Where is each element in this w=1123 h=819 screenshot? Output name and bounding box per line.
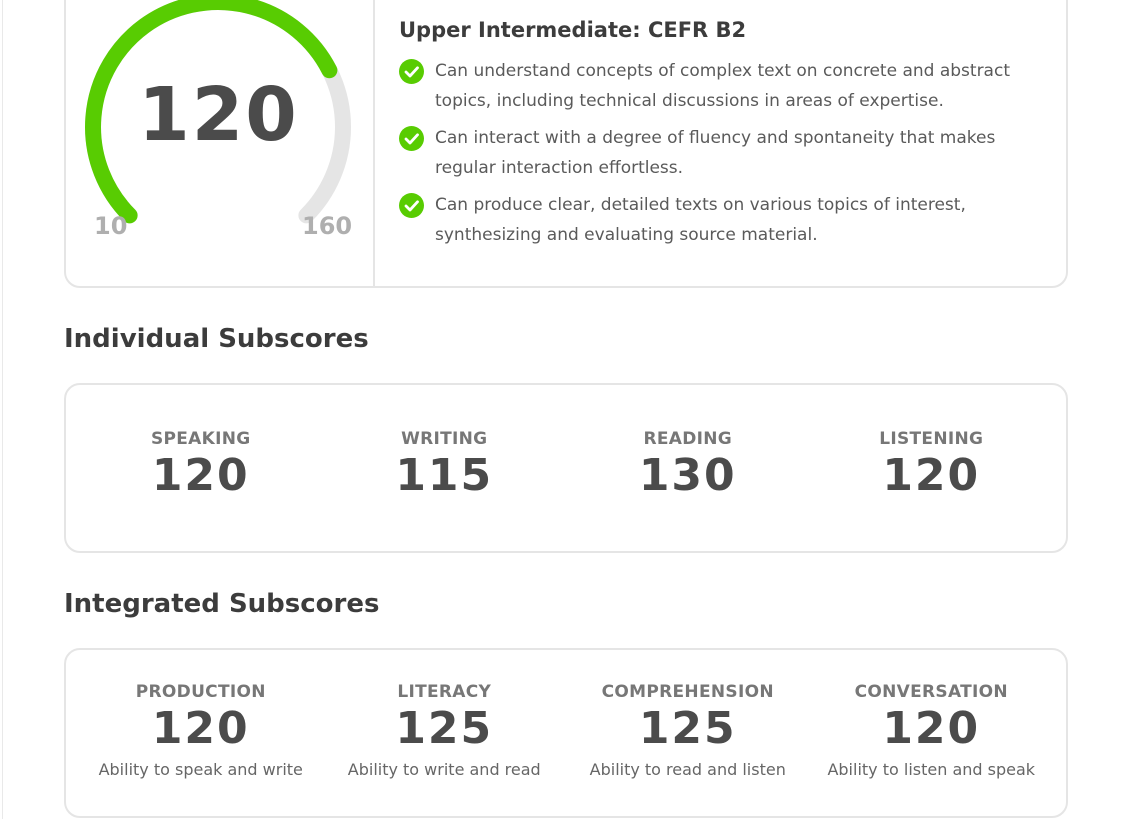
individual-subscores-card: SPEAKING 120 WRITING 115 READING 130 LIS… [64, 383, 1068, 553]
subscore-writing: WRITING 115 [323, 385, 567, 551]
can-do-list: Can understand concepts of complex text … [399, 59, 1039, 260]
individual-subscores-grid: SPEAKING 120 WRITING 115 READING 130 LIS… [66, 385, 1066, 551]
subscore-label: SPEAKING [150, 429, 251, 449]
subscore-value: 125 [638, 703, 737, 754]
subscore-speaking: SPEAKING 120 [79, 385, 323, 551]
subscore-reading: READING 130 [566, 385, 810, 551]
can-do-item: Can interact with a degree of fluency an… [399, 126, 1039, 183]
cefr-level-title: Upper Intermediate: CEFR B2 [399, 18, 747, 42]
subscore-label: PRODUCTION [135, 682, 266, 702]
subscore-value: 130 [638, 450, 737, 501]
overall-score-card: 120 10 160 Upper Intermediate: CEFR B2 C… [64, 0, 1068, 288]
check-circle-icon [399, 193, 424, 218]
can-do-item: Can understand concepts of complex text … [399, 59, 1039, 116]
subscore-description: Ability to listen and speak [827, 760, 1036, 779]
subscore-value: 120 [151, 450, 250, 501]
can-do-text: Can produce clear, detailed texts on var… [435, 195, 966, 245]
gauge-max-label: 160 [302, 212, 353, 240]
individual-subscores-heading: Individual Subscores [64, 324, 369, 354]
subscore-description: Ability to write and read [347, 760, 541, 779]
subscore-label: CONVERSATION [854, 682, 1008, 702]
subscore-description: Ability to speak and write [98, 760, 303, 779]
integrated-subscores-card: PRODUCTION 120 Ability to speak and writ… [64, 648, 1068, 818]
subscore-production: PRODUCTION 120 Ability to speak and writ… [79, 650, 323, 816]
integrated-subscores-heading: Integrated Subscores [64, 589, 380, 619]
subscore-literacy: LITERACY 125 Ability to write and read [323, 650, 567, 816]
subscore-label: WRITING [401, 429, 488, 449]
check-circle-icon [399, 59, 424, 84]
card-divider [373, 0, 375, 288]
can-do-text: Can interact with a degree of fluency an… [435, 128, 996, 178]
subscore-value: 125 [395, 703, 494, 754]
integrated-subscores-grid: PRODUCTION 120 Ability to speak and writ… [66, 650, 1066, 816]
subscore-label: READING [643, 429, 733, 449]
gauge-min-label: 10 [94, 212, 128, 240]
subscore-description: Ability to read and listen [589, 760, 786, 779]
subscore-listening: LISTENING 120 [810, 385, 1054, 551]
score-gauge: 120 10 160 [66, 0, 373, 288]
subscore-label: LISTENING [879, 429, 984, 449]
can-do-text: Can understand concepts of complex text … [435, 61, 1010, 111]
subscore-conversation: CONVERSATION 120 Ability to listen and s… [810, 650, 1054, 816]
can-do-item: Can produce clear, detailed texts on var… [399, 193, 1039, 250]
subscore-value: 120 [882, 450, 981, 501]
check-circle-icon [399, 126, 424, 151]
subscore-value: 115 [395, 450, 494, 501]
subscore-value: 120 [151, 703, 250, 754]
subscore-label: LITERACY [397, 682, 492, 702]
overall-score: 120 [138, 72, 299, 158]
subscore-value: 120 [882, 703, 981, 754]
page-left-border [2, 0, 3, 819]
subscore-label: COMPREHENSION [601, 682, 774, 702]
subscore-comprehension: COMPREHENSION 125 Ability to read and li… [566, 650, 810, 816]
